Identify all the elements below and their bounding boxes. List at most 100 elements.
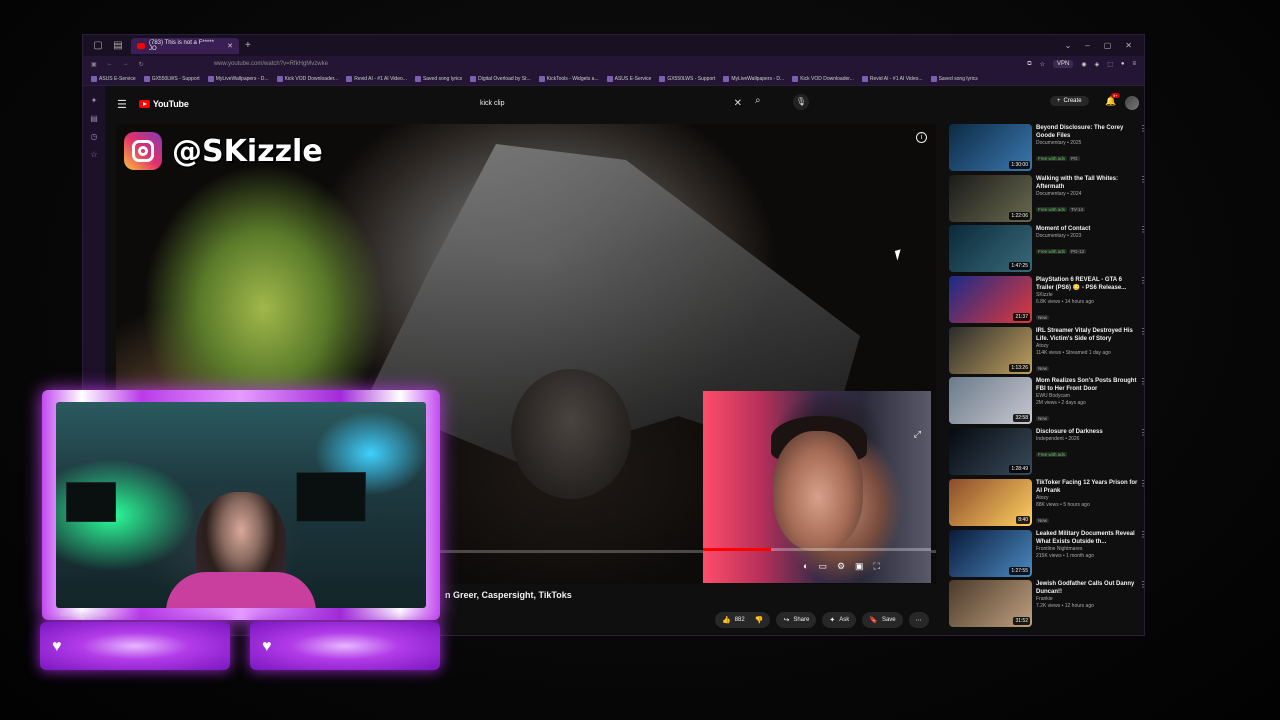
favorites-icon[interactable]: ☆ [89, 150, 99, 160]
more-vertical-icon[interactable]: ⋮ [1139, 175, 1144, 184]
miniplayer-icon[interactable]: ▣ [855, 561, 864, 572]
adblock-icon[interactable]: ◉ [1081, 61, 1086, 68]
video-thumbnail[interactable]: 1:13:26 [949, 326, 1032, 374]
create-button[interactable]: + Create [1050, 96, 1089, 106]
video-thumbnail[interactable]: 8:40 [949, 478, 1032, 526]
forward-icon[interactable]: → [123, 61, 129, 67]
chevron-down-icon[interactable]: ⌄ [1065, 41, 1072, 50]
share-button[interactable]: ↪ Share [776, 612, 817, 628]
youtube-logo[interactable]: YouTube [138, 99, 189, 109]
history-icon[interactable]: ◷ [89, 132, 99, 142]
sidebar-toggle-icon[interactable]: ▣ [91, 61, 97, 68]
more-vertical-icon[interactable]: ⋮ [1139, 124, 1144, 133]
autoplay-toggle-icon[interactable]: ◐ [803, 561, 808, 572]
bookmark-item[interactable]: GX550LWS - Support [143, 75, 200, 82]
settings-gear-icon[interactable]: ⚙ [837, 561, 845, 572]
ask-button[interactable]: ✦ Ask [822, 612, 857, 628]
video-thumbnail[interactable]: 1:22:06 [949, 174, 1032, 222]
close-icon[interactable]: ✕ [227, 42, 233, 50]
tab-youtube[interactable]: (783) This is not a F***** JO ✕ [131, 37, 239, 54]
close-window-icon[interactable]: ✕ [1125, 41, 1132, 50]
video-thumbnail[interactable]: 1:30:00 [949, 124, 1032, 171]
recommendation-item[interactable]: 21:37 PlayStation 6 REVEAL - GTA 6 Traile… [949, 276, 1144, 327]
recommendation-item[interactable]: 1:13:26 IRL Streamer Vitaly Destroyed His… [949, 326, 1144, 378]
video-thumbnail[interactable]: 1:28:49 [949, 428, 1032, 476]
recommendation-item[interactable]: 1:27:55 Leaked Military Documents Reveal … [949, 529, 1144, 581]
recommendation-title[interactable]: Leaked Military Documents Reveal What Ex… [1036, 530, 1139, 546]
recommendation-title[interactable]: IRL Streamer Vitaly Destroyed His Life. … [1036, 327, 1139, 343]
bookmark-star-icon[interactable]: ☆ [1040, 61, 1045, 68]
url-field[interactable]: www.youtube.com/watch?v=RfkHgMvzwke [214, 61, 328, 67]
like-button[interactable]: 👍 882 👎 [715, 612, 771, 628]
bookmark-item[interactable]: ASUS E-Service [91, 75, 136, 82]
video-thumbnail[interactable]: 1:27:55 [949, 529, 1032, 577]
recommendation-title[interactable]: Moment of Contact [1036, 225, 1139, 233]
recommendation-item[interactable]: 1:22:06 Walking with the Tall Whites: Aft… [949, 174, 1144, 226]
recommendation-title[interactable]: Disclosure of Darkness [1036, 428, 1139, 436]
hamburger-menu-icon[interactable]: ☰ [117, 98, 127, 111]
more-vertical-icon[interactable]: ⋮ [1139, 580, 1144, 589]
bookmark-item[interactable]: KickTools - Widgets a... [538, 75, 599, 82]
maximize-icon[interactable]: ▢ [1104, 41, 1112, 50]
bookmark-item[interactable]: Saved song lyrics [930, 75, 978, 82]
recommendation-item[interactable]: 32:58 Mom Realizes Son's Posts Brought FB… [949, 377, 1144, 428]
recommendation-item[interactable]: 8:40 TikToker Facing 12 Years Prison for … [949, 478, 1144, 530]
wallet-icon[interactable]: ◈ [1095, 61, 1100, 68]
info-icon[interactable]: i [916, 132, 927, 143]
recommendation-title[interactable]: Beyond Disclosure: The Corey Goode Files [1036, 124, 1139, 140]
minimize-icon[interactable]: – [1085, 41, 1089, 50]
video-thumbnail[interactable]: 1:47:25 [949, 225, 1032, 273]
more-vertical-icon[interactable]: ⋮ [1139, 225, 1144, 234]
vpn-button[interactable]: VPN [1052, 60, 1074, 68]
video-thumbnail[interactable]: 31:52 [949, 580, 1032, 628]
subtitles-icon[interactable]: ▭ [818, 561, 827, 572]
bookmark-item[interactable]: MyLiveWallpapers - D... [723, 75, 784, 82]
more-actions-button[interactable]: ⋯ [908, 612, 929, 628]
notifications-bell-icon[interactable]: 🔔 9+ [1105, 93, 1120, 107]
recommendation-title[interactable]: Walking with the Tall Whites: Aftermath [1036, 175, 1139, 191]
recommendation-title[interactable]: PlayStation 6 REVEAL - GTA 6 Trailer (PS… [1036, 276, 1139, 292]
video-thumbnail[interactable]: 32:58 [949, 377, 1032, 425]
bookmark-item[interactable]: Digital Overload by St... [470, 75, 531, 82]
thumbs-down-icon[interactable]: 👎 [755, 616, 764, 624]
bookmark-item[interactable]: MyLiveWallpapers - D... [207, 75, 269, 82]
screenshot-icon[interactable]: ⧉ [1027, 61, 1031, 68]
recommendation-item[interactable]: 1:28:49 Disclosure of Darkness Independent… [949, 428, 1144, 479]
pip-progress-bar[interactable] [703, 548, 931, 551]
bookmark-item[interactable]: GX550LWS - Support [659, 75, 715, 82]
recommendation-item[interactable]: 1:47:25 Moment of Contact Documentary • 20… [949, 225, 1144, 276]
search-icon[interactable]: ⌕ [755, 95, 761, 106]
bookmark-item[interactable]: Kick VOD Downloader... [276, 75, 338, 82]
save-button[interactable]: 🔖 Save [862, 612, 903, 628]
recommendation-title[interactable]: TikToker Facing 12 Years Prison for AI P… [1036, 479, 1139, 495]
more-vertical-icon[interactable]: ⋮ [1139, 276, 1144, 285]
recommendation-title[interactable]: Jewish Godfather Calls Out Danny Duncan!… [1036, 580, 1139, 596]
search-input[interactable]: kick clip ✕ [472, 94, 750, 112]
bookmark-item[interactable]: Saved song lyrics [414, 75, 462, 82]
menu-icon[interactable]: ≡ [1132, 61, 1136, 67]
clear-search-icon[interactable]: ✕ [734, 98, 742, 109]
expand-icon[interactable]: ⤢ [914, 429, 921, 440]
ai-icon[interactable]: ✦ [89, 96, 99, 106]
more-vertical-icon[interactable]: ⋮ [1139, 479, 1144, 488]
fullscreen-icon[interactable]: ⛶ [874, 561, 880, 572]
recommendation-item[interactable]: 31:52 Jewish Godfather Calls Out Danny Du… [949, 580, 1144, 631]
video-thumbnail[interactable]: 21:37 [949, 276, 1032, 324]
bookmark-item[interactable]: Kick VOD Downloader... [792, 75, 854, 82]
reload-icon[interactable]: ↻ [139, 61, 144, 68]
more-vertical-icon[interactable]: ⋮ [1139, 377, 1144, 386]
recommendation-item[interactable]: 1:30:00 Beyond Disclosure: The Corey Good… [949, 124, 1144, 175]
new-tab-icon[interactable]: + [245, 40, 251, 51]
recommendation-title[interactable]: Mom Realizes Son's Posts Brought FBI to … [1036, 377, 1139, 393]
bookmark-item[interactable]: Revid AI - #1 AI Video... [346, 75, 407, 82]
bookmark-item[interactable]: Revid AI - #1 AI Video... [861, 75, 923, 82]
reading-list-icon[interactable]: ▤ [89, 114, 99, 124]
back-icon[interactable]: ← [107, 61, 113, 67]
more-vertical-icon[interactable]: ⋮ [1139, 428, 1144, 437]
profile-icon[interactable]: ● [1121, 61, 1125, 67]
more-vertical-icon[interactable]: ⋮ [1139, 530, 1144, 539]
bookmark-item[interactable]: ASUS E-Service [606, 75, 651, 82]
mic-icon[interactable]: 🎙 [793, 94, 809, 110]
extensions-icon[interactable]: ⬚ [1107, 61, 1113, 68]
reactor-cam-pip[interactable]: ⤢ ◐ ▭ ⚙ ▣ ⛶ [703, 391, 931, 583]
